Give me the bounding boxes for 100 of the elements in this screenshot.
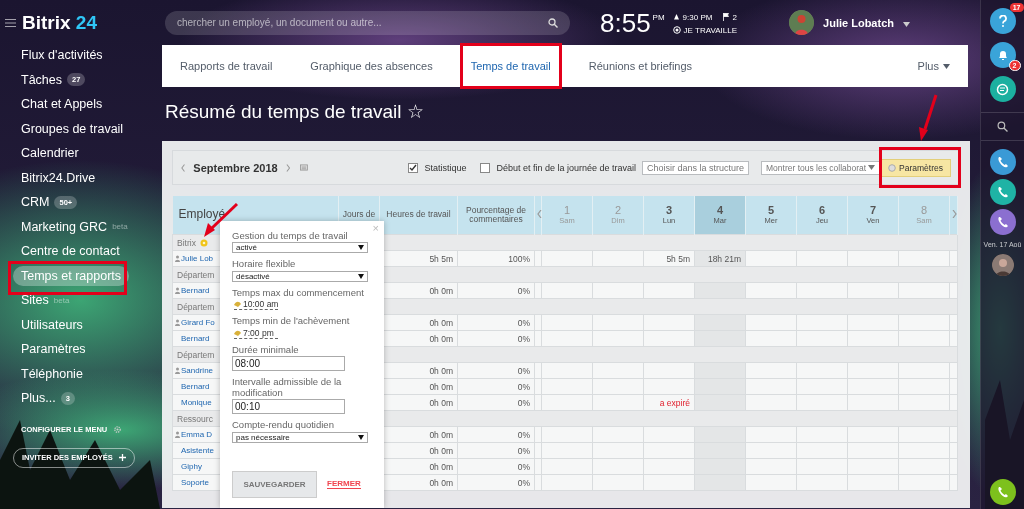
search-icon	[548, 17, 558, 28]
sidebar-item[interactable]: Utilisateurs	[21, 314, 83, 335]
sidebar-item[interactable]: Marketing GRC	[21, 216, 108, 237]
person-icon	[175, 367, 180, 374]
phone-icon	[996, 216, 1009, 228]
employee-link[interactable]: Sandrine	[181, 366, 214, 375]
group-label: Ressourc	[177, 413, 213, 424]
input-field[interactable]: 08:00	[232, 356, 345, 372]
caret-icon	[903, 21, 910, 27]
employee-link[interactable]: Soporte	[181, 478, 210, 487]
person-icon	[175, 319, 180, 326]
page-title: Résumé du temps de travail ☆	[165, 100, 424, 124]
help-button[interactable]	[989, 8, 1016, 34]
user-name[interactable]: Julie Lobatch	[823, 16, 894, 29]
employee-link[interactable]: Emma D	[181, 430, 213, 439]
sidebar-item[interactable]: Calendrier	[21, 143, 79, 164]
chat-button[interactable]	[989, 76, 1016, 102]
input-field[interactable]: 00:10	[232, 399, 345, 415]
record-icon	[672, 26, 681, 34]
clock-period: PM	[652, 12, 665, 22]
call-button[interactable]	[989, 479, 1016, 505]
checkbox[interactable]	[408, 162, 419, 173]
caret-icon	[868, 165, 876, 170]
tab[interactable]: Rapports de travail	[180, 56, 273, 76]
annotation-arrow	[919, 94, 938, 141]
employee-link[interactable]: Girard Fo	[181, 318, 215, 327]
field-label: Durée minimale	[232, 344, 299, 356]
chat-icon	[996, 82, 1009, 96]
call-button[interactable]	[989, 149, 1016, 175]
flag-icon	[723, 13, 730, 21]
logo[interactable]: Bitrix 24	[22, 12, 97, 34]
sidebar-item[interactable]: Sites	[21, 290, 49, 311]
end-time: 9:30 PM	[682, 12, 713, 22]
sidebar-item[interactable]: Bitrix24.Drive	[21, 167, 96, 188]
close-link[interactable]: FERMER	[327, 479, 361, 489]
employee-link[interactable]: Bernard	[181, 334, 210, 343]
group-label: Départem	[177, 349, 215, 360]
menu-icon[interactable]	[5, 19, 16, 27]
question-mark-icon	[997, 15, 1008, 27]
plus-icon	[118, 454, 126, 461]
group-label: Départem	[177, 269, 215, 280]
dropdown[interactable]: pas nécessaire	[232, 431, 368, 443]
dropdown[interactable]: Montrer tous les collaborat	[761, 160, 881, 175]
checkbox[interactable]	[480, 162, 491, 173]
caret-icon	[358, 434, 364, 440]
clock-time: 8:55	[600, 7, 651, 38]
settings-button[interactable]: Paramètres	[880, 158, 951, 177]
sidebar-item[interactable]: Flux d'activités	[21, 45, 103, 66]
column-header: Pourcentage de commentaires	[457, 196, 535, 235]
employee-link[interactable]: Giphy	[181, 462, 202, 471]
search-icon[interactable]	[997, 121, 1008, 132]
field-label: Intervalle admissible de la modification	[232, 377, 343, 399]
employee-link[interactable]: Julie Lob	[181, 254, 214, 263]
dropdown[interactable]: Choisir dans la structure	[642, 160, 749, 175]
beta-tag: beta	[53, 295, 70, 305]
person-icon	[175, 255, 180, 262]
employee-link[interactable]: Bernard	[181, 382, 210, 391]
sidebar-item[interactable]: Tâches	[21, 69, 62, 90]
caret-icon	[358, 273, 364, 279]
task-count: 2	[732, 12, 737, 22]
notifications-button[interactable]	[989, 42, 1016, 68]
employee-link[interactable]: Monique	[181, 398, 212, 407]
sidebar-item[interactable]: Plus...	[21, 388, 56, 409]
column-header: Heures de travail	[379, 196, 458, 235]
employee-link[interactable]: Bernard	[181, 286, 210, 295]
caret-icon	[358, 245, 364, 251]
phone-icon	[996, 186, 1009, 198]
gear-icon	[888, 163, 897, 172]
sidebar-item[interactable]: Téléphonie	[21, 363, 83, 384]
save-button[interactable]: SAUVEGARDER	[232, 470, 317, 498]
dropdown[interactable]: activé	[232, 242, 368, 254]
phone-icon	[996, 156, 1009, 168]
field-label: Temps min de l'achèvement	[232, 316, 350, 327]
search-field[interactable]: chercher un employé, un document ou autre...	[165, 10, 570, 35]
month-label: Septembre 2018	[193, 161, 278, 174]
sidebar-item[interactable]: Paramètres	[21, 339, 86, 360]
tab[interactable]: Graphique des absences	[310, 56, 433, 76]
more-tab[interactable]: Plus	[917, 56, 950, 76]
sidebar-item[interactable]: Centre de contact	[21, 241, 120, 262]
time-picker[interactable]: 7:00 pm	[234, 327, 278, 339]
sidebar-item[interactable]: Groupes de travail	[21, 118, 124, 139]
dropdown[interactable]: désactivé	[232, 270, 368, 282]
checkbox-label: Statistique	[424, 162, 467, 173]
field-label: Temps max du commencement	[232, 287, 364, 299]
employee-link[interactable]: Asistente	[181, 446, 214, 455]
work-status[interactable]: JE TRAVAILLE	[683, 25, 737, 35]
caret-icon	[943, 63, 950, 69]
group-label: Départem	[177, 301, 215, 312]
time-picker[interactable]: 10:00 am	[234, 299, 279, 311]
tab[interactable]: Temps de travail	[470, 56, 551, 76]
tab[interactable]: Réunions et briefings	[588, 56, 693, 76]
phone-icon	[996, 486, 1009, 498]
call-button[interactable]	[989, 209, 1016, 235]
field-label: Horaire flexible	[232, 259, 296, 270]
call-button[interactable]	[989, 179, 1016, 205]
sidebar-item[interactable]: Chat et Appels	[21, 94, 103, 115]
checkbox-label: Début et fin de la journée de travail	[496, 162, 637, 173]
sidebar-item[interactable]: CRM	[21, 192, 50, 213]
contact-avatar[interactable]	[991, 254, 1014, 276]
beta-tag: beta	[112, 222, 128, 232]
